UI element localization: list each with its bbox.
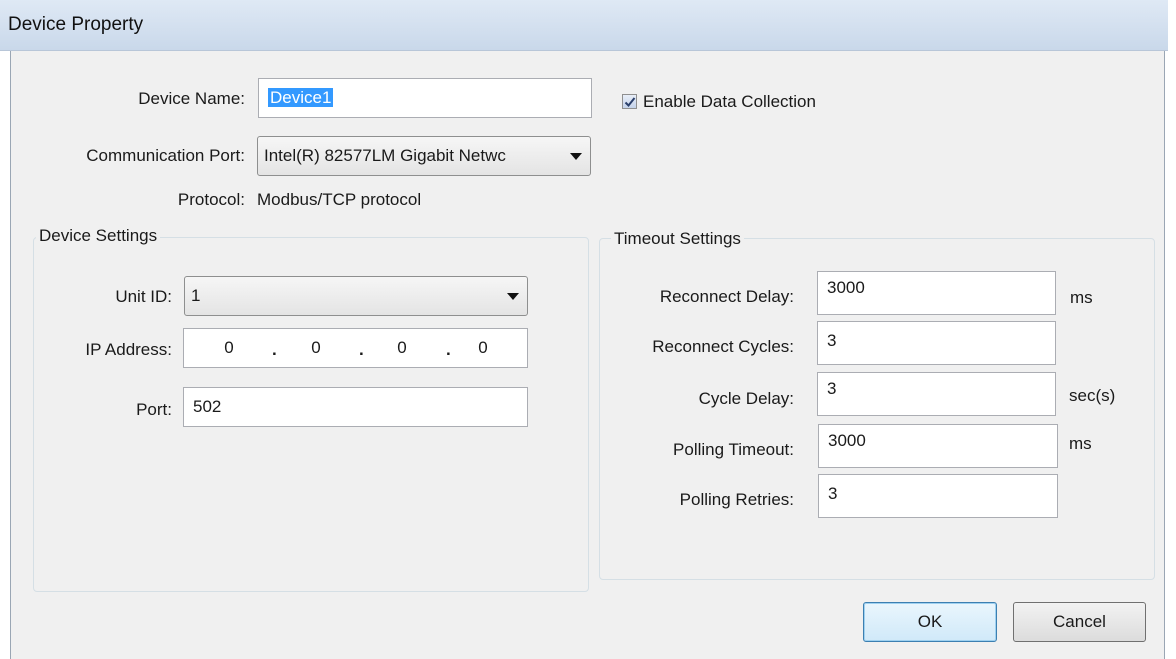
communication-port-value: Intel(R) 82577LM Gigabit Netwc xyxy=(264,146,506,165)
chevron-down-icon xyxy=(570,153,582,160)
cycle-delay-input[interactable]: 3 xyxy=(817,372,1056,416)
ip-octet-2[interactable]: 0 xyxy=(301,329,331,367)
reconnect-cycles-value: 3 xyxy=(827,331,837,350)
reconnect-delay-input[interactable]: 3000 xyxy=(817,271,1056,315)
cycle-delay-value: 3 xyxy=(827,379,837,398)
port-input[interactable]: 502 xyxy=(183,387,528,427)
communication-port-label: Communication Port: xyxy=(86,146,245,165)
protocol-label: Protocol: xyxy=(177,190,245,209)
polling-timeout-value: 3000 xyxy=(828,431,866,450)
device-name-input[interactable]: Device1 xyxy=(258,78,592,118)
unit-id-select[interactable]: 1 xyxy=(184,276,528,316)
window-title: Device Property xyxy=(8,14,144,35)
ip-octet-4[interactable]: 0 xyxy=(468,329,498,367)
reconnect-delay-label: Reconnect Delay: xyxy=(659,287,794,306)
device-settings-title: Device Settings xyxy=(36,226,161,246)
reconnect-cycles-label: Reconnect Cycles: xyxy=(652,337,794,356)
polling-timeout-input[interactable]: 3000 xyxy=(818,424,1058,468)
cycle-delay-unit: sec(s) xyxy=(1069,386,1116,405)
reconnect-delay-unit: ms xyxy=(1070,288,1093,307)
cycle-delay-label: Cycle Delay: xyxy=(698,389,794,408)
chevron-down-icon xyxy=(507,293,519,300)
communication-port-select[interactable]: Intel(R) 82577LM Gigabit Netwc xyxy=(257,136,591,176)
device-name-value: Device1 xyxy=(268,88,334,107)
ip-dot: . xyxy=(272,340,277,359)
ip-address-label: IP Address: xyxy=(85,340,172,359)
ip-dot: . xyxy=(446,340,451,359)
timeout-settings-title: Timeout Settings xyxy=(611,229,744,249)
ip-dot: . xyxy=(359,340,364,359)
unit-id-label: Unit ID: xyxy=(115,287,172,306)
polling-retries-input[interactable]: 3 xyxy=(818,474,1058,518)
polling-timeout-unit: ms xyxy=(1069,434,1092,453)
ip-address-input[interactable]: 0 . 0 . 0 . 0 xyxy=(183,328,528,368)
port-value: 502 xyxy=(193,397,222,416)
ip-octet-1[interactable]: 0 xyxy=(214,329,244,367)
enable-data-collection-label[interactable]: Enable Data Collection xyxy=(643,92,816,112)
unit-id-value: 1 xyxy=(191,286,201,305)
cancel-button[interactable]: Cancel xyxy=(1013,602,1146,642)
reconnect-delay-value: 3000 xyxy=(827,278,865,297)
reconnect-cycles-input[interactable]: 3 xyxy=(817,321,1056,365)
checkmark-icon xyxy=(624,97,636,107)
ok-button[interactable]: OK xyxy=(863,602,997,642)
polling-retries-label: Polling Retries: xyxy=(679,490,794,509)
polling-timeout-label: Polling Timeout: xyxy=(673,440,794,459)
ip-octet-3[interactable]: 0 xyxy=(387,329,417,367)
enable-data-collection-checkbox[interactable] xyxy=(622,94,637,109)
protocol-value: Modbus/TCP protocol xyxy=(257,190,422,209)
polling-retries-value: 3 xyxy=(828,484,838,503)
device-name-label: Device Name: xyxy=(138,89,245,108)
title-bar: Device Property xyxy=(0,0,1168,51)
port-label: Port: xyxy=(136,400,172,419)
